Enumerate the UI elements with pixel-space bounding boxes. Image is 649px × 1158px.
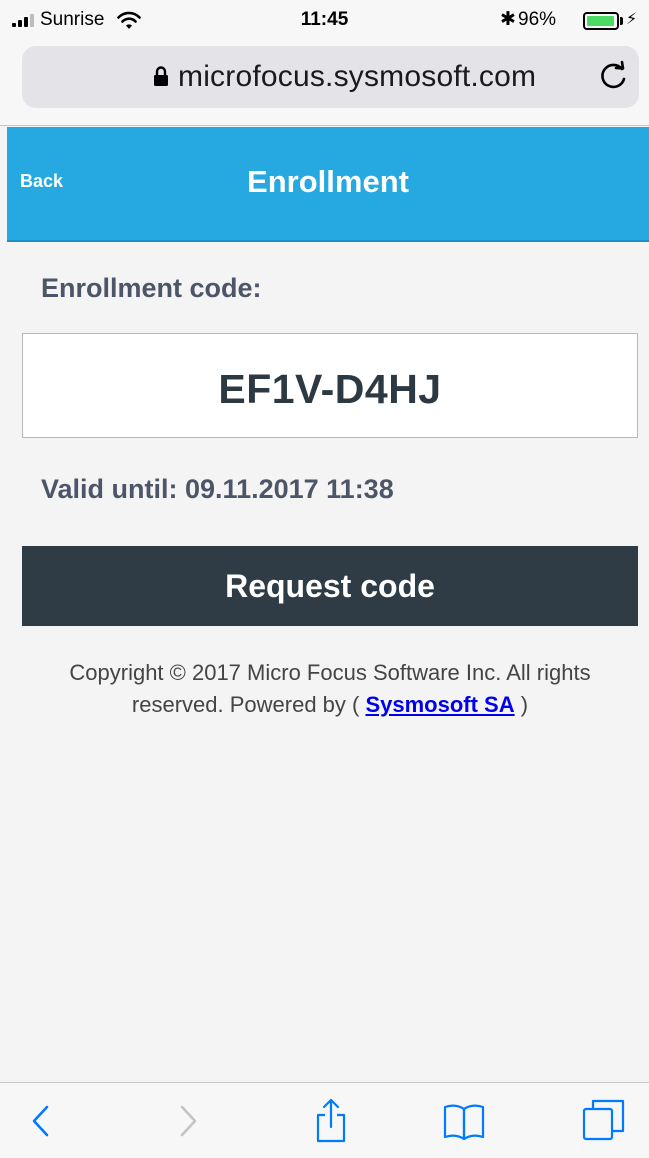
url-text: microfocus.sysmosoft.com	[178, 60, 537, 93]
address-bar[interactable]: microfocus.sysmosoft.com	[22, 46, 639, 108]
share-icon[interactable]	[307, 1097, 355, 1145]
battery-tip	[620, 17, 623, 25]
charging-icon: ⚡	[626, 11, 638, 28]
back-icon[interactable]	[17, 1097, 65, 1145]
bookmarks-icon[interactable]	[440, 1097, 488, 1145]
battery-percent: 96%	[518, 9, 557, 30]
enrollment-code-box: EF1V-D4HJ	[22, 333, 638, 438]
copyright-notice: Copyright © 2017 Micro Focus Software In…	[22, 657, 638, 721]
forward-icon[interactable]	[164, 1097, 212, 1145]
app-header: Back Enrollment	[7, 127, 649, 242]
browser-address-area: microfocus.sysmosoft.com	[0, 44, 649, 126]
request-code-button[interactable]: Request code	[22, 546, 638, 626]
page-title: Enrollment	[247, 164, 409, 199]
reload-icon[interactable]	[596, 59, 630, 93]
sysmosoft-link[interactable]: Sysmosoft SA	[365, 692, 514, 717]
enrollment-code-label: Enrollment code:	[41, 273, 262, 303]
bluetooth-icon: ✱	[500, 9, 516, 30]
valid-until-text: Valid until: 09.11.2017 11:38	[41, 474, 394, 504]
battery-icon	[583, 12, 619, 30]
copyright-closing: )	[520, 692, 529, 717]
status-bar: Sunrise 11:45 ✱ 96% ⚡	[0, 0, 649, 44]
tabs-icon[interactable]	[580, 1097, 628, 1145]
enrollment-code-value: EF1V-D4HJ	[218, 366, 442, 412]
browser-toolbar	[0, 1082, 649, 1158]
lock-icon	[154, 66, 168, 86]
